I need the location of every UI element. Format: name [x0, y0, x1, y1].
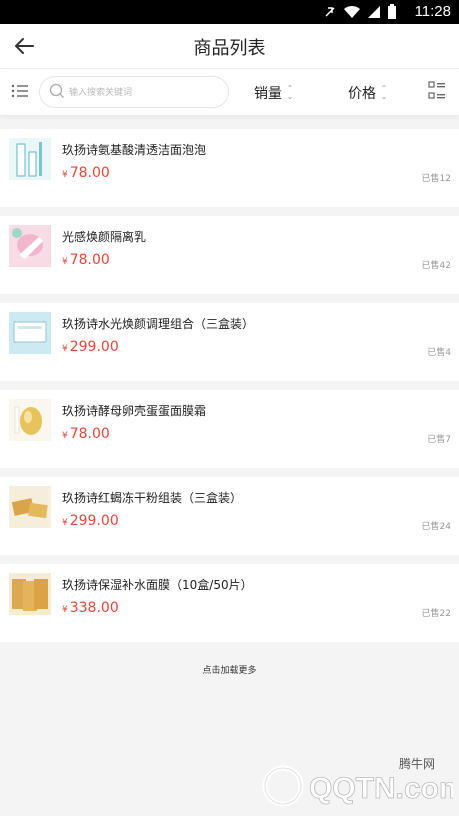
sort-sales-label: 销量 — [254, 86, 282, 102]
battery-icon — [388, 4, 396, 19]
sort-arrows-icon: ⌃ ⌄ — [286, 84, 294, 101]
product-thumbnail — [9, 225, 51, 267]
product-name: 玖扬诗红蝎冻干粉组装（三盒装） — [62, 491, 243, 505]
sort-price-label: 价格 — [348, 86, 376, 102]
search-icon — [49, 83, 64, 98]
svg-text:QQTN.com: QQTN.com — [309, 772, 453, 805]
product-name: 玖扬诗保湿补水面膜（10盒/50片） — [62, 578, 253, 592]
layout-toggle-icon[interactable] — [428, 81, 446, 99]
search-placeholder: 输入搜索关键词 — [69, 88, 133, 98]
product-thumbnail — [9, 312, 51, 354]
category-menu-icon[interactable] — [11, 83, 29, 99]
sort-price-button[interactable]: 价格 ⌃ ⌄ — [348, 83, 388, 103]
product-item[interactable]: 玖扬诗氨基酸清透洁面泡泡 ¥78.00 已售12 — [0, 129, 459, 207]
sort-sales-button[interactable]: 销量 ⌃ ⌄ — [254, 83, 294, 103]
sold-count: 已售12 — [421, 174, 451, 184]
product-price: ¥338.00 — [62, 600, 119, 616]
product-item[interactable]: 光感焕颜隔离乳 ¥78.00 已售42 — [0, 216, 459, 294]
wifi-icon — [344, 5, 360, 18]
product-thumbnail — [9, 573, 51, 615]
product-name: 玖扬诗氨基酸清透洁面泡泡 — [62, 143, 207, 157]
product-price: ¥78.00 — [62, 426, 110, 442]
product-price: ¥78.00 — [62, 252, 110, 268]
mute-icon — [325, 7, 335, 17]
product-item[interactable]: 玖扬诗保湿补水面膜（10盒/50片） ¥338.00 已售22 — [0, 564, 459, 642]
signal-icon — [368, 6, 380, 18]
app-bar: 商品列表 — [0, 24, 459, 69]
product-price: ¥299.00 — [62, 339, 119, 355]
product-thumbnail — [9, 399, 51, 441]
load-more-button[interactable]: 点击加载更多 — [0, 663, 459, 676]
product-name: 玖扬诗酵母卵壳蛋蛋面膜霜 — [62, 404, 207, 418]
page-title: 商品列表 — [193, 38, 266, 59]
sold-count: 已售42 — [421, 261, 451, 271]
status-bar: 11:28 — [0, 0, 459, 24]
svg-text:腾牛网: 腾牛网 — [399, 756, 435, 771]
qqtn-watermark-logo: QQTN.com 腾牛网 — [262, 756, 453, 807]
sold-count: 已售7 — [427, 435, 451, 445]
product-price: ¥78.00 — [62, 165, 110, 181]
sort-arrows-icon: ⌃ ⌄ — [380, 84, 388, 101]
sold-count: 已售22 — [421, 609, 451, 619]
product-item[interactable]: 玖扬诗水光焕颜调理组合（三盒装） ¥299.00 已售4 — [0, 303, 459, 381]
filter-bar: 输入搜索关键词 销量 ⌃ ⌄ 价格 ⌃ ⌄ — [0, 69, 459, 115]
status-time: 11:28 — [414, 3, 451, 20]
sold-count: 已售4 — [427, 348, 451, 358]
search-input[interactable]: 输入搜索关键词 — [39, 76, 229, 108]
product-name: 光感焕颜隔离乳 — [62, 230, 147, 244]
product-thumbnail — [9, 138, 51, 180]
sold-count: 已售24 — [421, 522, 451, 532]
product-list: 玖扬诗氨基酸清透洁面泡泡 ¥78.00 已售12 光感焕颜隔离乳 ¥78.00 … — [0, 129, 459, 651]
product-price: ¥299.00 — [62, 513, 119, 529]
product-name: 玖扬诗水光焕颜调理组合（三盒装） — [62, 317, 255, 331]
product-item[interactable]: 玖扬诗酵母卵壳蛋蛋面膜霜 ¥78.00 已售7 — [0, 390, 459, 468]
product-thumbnail — [9, 486, 51, 528]
product-item[interactable]: 玖扬诗红蝎冻干粉组装（三盒装） ¥299.00 已售24 — [0, 477, 459, 555]
status-icons — [323, 4, 397, 20]
